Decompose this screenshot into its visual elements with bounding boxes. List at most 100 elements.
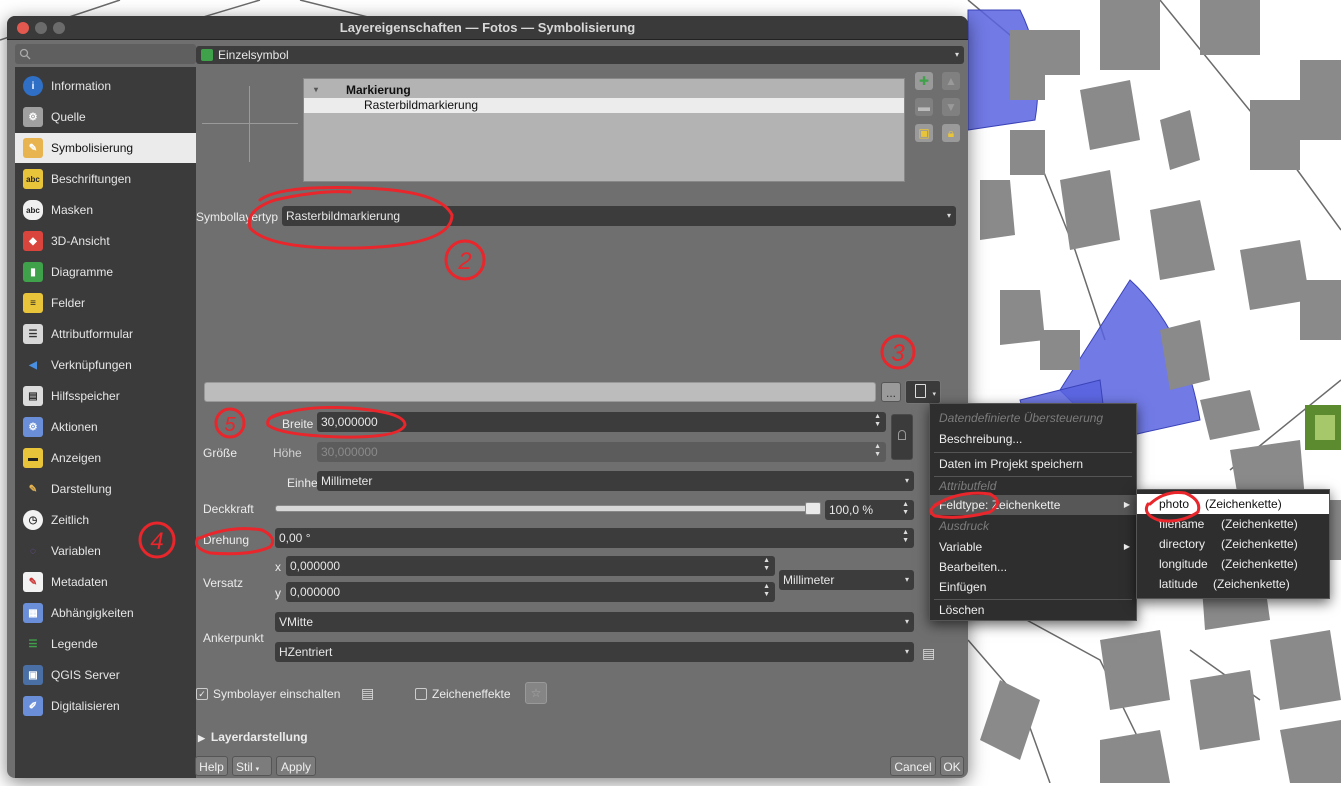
data-define-icon[interactable]: ▤ — [361, 685, 374, 702]
symbol-layer-type-select[interactable]: Rasterbildmarkierung ▾ — [282, 206, 956, 226]
layer-rendering-section[interactable]: ▶ Layerdarstellung — [198, 730, 308, 744]
offset-y-input[interactable]: 0,000000 ▲ ▼ — [286, 582, 775, 602]
menu-item-edit[interactable]: Bearbeiten... — [930, 557, 1136, 577]
draw-effects-checkbox[interactable] — [415, 688, 427, 700]
move-up-icon[interactable]: ▲ — [942, 72, 960, 90]
rotation-input[interactable]: 0,00 ° ▲ ▼ — [275, 528, 914, 548]
sidebar-item-felder[interactable]: ≡ Felder — [15, 288, 196, 318]
dependencies-icon: ▦ — [23, 603, 43, 623]
tree-item-rasterbildmarkierung[interactable]: Rasterbildmarkierung — [304, 98, 904, 113]
menu-item-store-in-project[interactable]: Daten im Projekt speichern — [930, 454, 1136, 474]
opacity-slider[interactable] — [275, 502, 821, 515]
opacity-label: Deckkraft — [203, 502, 254, 516]
diagram-icon: ▮ — [23, 262, 43, 282]
spinner-icon[interactable]: ▲ ▼ — [763, 583, 770, 599]
field-item-filename[interactable]: filename (Zeichenkette) — [1137, 514, 1329, 534]
cancel-button[interactable]: Cancel — [890, 756, 936, 776]
field-item-photo[interactable]: photo (Zeichenkette) — [1137, 494, 1329, 514]
close-window-icon[interactable] — [17, 22, 29, 34]
sidebar-item-hilfsspeicher[interactable]: ▤ Hilfsspeicher — [15, 381, 196, 411]
sidebar-item-attributformular[interactable]: ☰ Attributformular — [15, 319, 196, 349]
server-icon: ▣ — [23, 665, 43, 685]
spinner-icon[interactable]: ▲ ▼ — [874, 443, 881, 459]
anchor-horizontal-select[interactable]: HZentriert ▾ — [275, 642, 914, 662]
field-item-longitude[interactable]: longitude (Zeichenkette) — [1137, 554, 1329, 574]
field-item-latitude[interactable]: latitude (Zeichenkette) — [1137, 574, 1329, 594]
duplicate-layer-icon[interactable]: ▣ — [915, 124, 933, 142]
add-layer-icon[interactable]: ✚ — [915, 72, 933, 90]
sidebar-search-input[interactable] — [15, 44, 196, 64]
slider-handle[interactable] — [805, 502, 821, 515]
sidebar-item-verknuepfungen[interactable]: ◀ Verknüpfungen — [15, 350, 196, 380]
sidebar-item-qgis-server[interactable]: ▣ QGIS Server — [15, 660, 196, 690]
spinner-icon[interactable]: ▲ ▼ — [902, 501, 909, 517]
lock-icon[interactable]: 🔒︎ — [942, 124, 960, 142]
sidebar-item-masken[interactable]: abc Masken — [15, 195, 196, 225]
tree-item-markierung[interactable]: ▾ Markierung — [304, 83, 904, 97]
ok-button[interactable]: OK — [940, 756, 964, 776]
enable-layer-checkbox[interactable]: ✓ — [196, 688, 208, 700]
chevron-down-icon: ▾ — [904, 617, 909, 626]
sidebar-item-abhaengigkeiten[interactable]: ▦ Abhängigkeiten — [15, 598, 196, 628]
menu-item-paste[interactable]: Einfügen — [930, 577, 1136, 597]
menu-section-attribute-field: Attributfeld — [939, 479, 997, 493]
draw-effects-label: Zeicheneffekte — [432, 687, 511, 701]
brush-icon: ✎ — [28, 483, 38, 495]
menu-item-delete[interactable]: Löschen — [930, 600, 1136, 620]
browse-button[interactable]: ... — [881, 382, 901, 402]
remove-layer-icon[interactable]: ▬ — [915, 98, 933, 116]
spinner-icon[interactable]: ▲ ▼ — [874, 413, 881, 429]
spinner-icon[interactable]: ▲ ▼ — [902, 529, 909, 545]
sidebar-item-aktionen[interactable]: ⚙ Aktionen — [15, 412, 196, 442]
anchor-vertical-select[interactable]: VMitte ▾ — [275, 612, 914, 632]
menu-section-expression: Ausdruck — [939, 519, 990, 533]
sidebar-item-anzeigen[interactable]: ▬ Anzeigen — [15, 443, 196, 473]
opacity-input[interactable]: 100,0 % ▲ ▼ — [825, 500, 914, 520]
data-defined-override-button[interactable]: ▾ — [905, 380, 941, 404]
menu-item-variable[interactable]: Variable ▶ — [930, 537, 1136, 557]
move-down-icon[interactable]: ▼ — [942, 98, 960, 116]
menu-item-field-type[interactable]: Feldtype: Zeichenkette ▶ — [930, 495, 1136, 515]
sidebar-item-darstellung[interactable]: ✎ Darstellung — [15, 474, 196, 504]
renderer-select[interactable]: Einzelsymbol ▾ — [196, 46, 964, 64]
minimize-window-icon[interactable] — [35, 22, 47, 34]
tree-expand-icon[interactable]: ▾ — [314, 83, 318, 97]
unit-select[interactable]: Millimeter ▾ — [317, 471, 914, 491]
speech-bubble-icon: ▬ — [23, 448, 43, 468]
cube-3d-icon: ◆ — [23, 231, 43, 251]
menu-item-description[interactable]: Beschreibung... — [930, 429, 1136, 449]
width-input[interactable]: 30,000000 ▲ ▼ — [317, 412, 886, 432]
sidebar-item-3d-ansicht[interactable]: ◆ 3D-Ansicht — [15, 226, 196, 256]
sidebar-item-symbolisierung[interactable]: ✎ Symbolisierung — [15, 133, 196, 163]
form-icon: ☰ — [23, 324, 43, 344]
sidebar-item-legende[interactable]: ☰ Legende — [15, 629, 196, 659]
star-effects-icon[interactable]: ☆ — [525, 682, 547, 704]
style-button[interactable]: Stil ▾ — [232, 756, 272, 776]
height-input[interactable]: 30,000000 ▲ ▼ — [317, 442, 886, 462]
sidebar-item-zeitlich[interactable]: ◷ Zeitlich — [15, 505, 196, 535]
data-define-icon[interactable]: ▤ — [922, 645, 935, 662]
sidebar-item-quelle[interactable]: ⚙ Quelle — [15, 102, 196, 132]
chevron-down-icon: ▾ — [904, 575, 909, 584]
symbol-layer-tree[interactable]: ▾ Markierung Rasterbildmarkierung — [303, 78, 905, 182]
offset-x-input[interactable]: 0,000000 ▲ ▼ — [286, 556, 775, 576]
sidebar-item-digitalisieren[interactable]: ✐ Digitalisieren — [15, 691, 196, 721]
sidebar-item-information[interactable]: i Information — [15, 71, 196, 101]
metadata-icon: ✎ — [23, 572, 43, 592]
image-path-input[interactable] — [204, 382, 876, 402]
window-titlebar[interactable]: Layereigenschaften — Fotos — Symbolisier… — [7, 16, 968, 40]
maximize-window-icon[interactable] — [53, 22, 65, 34]
offset-unit-select[interactable]: Millimeter ▾ — [779, 570, 914, 590]
chevron-down-icon: ▾ — [255, 766, 260, 773]
offset-y-label: y — [275, 586, 281, 600]
lock-aspect-ratio-button[interactable] — [891, 414, 913, 460]
sidebar-item-diagramme[interactable]: ▮ Diagramme — [15, 257, 196, 287]
spinner-icon[interactable]: ▲ ▼ — [763, 557, 770, 573]
width-label: Breite — [282, 417, 314, 431]
apply-button[interactable]: Apply — [276, 756, 316, 776]
field-item-directory[interactable]: directory (Zeichenkette) — [1137, 534, 1329, 554]
sidebar-item-metadaten[interactable]: ✎ Metadaten — [15, 567, 196, 597]
sidebar-item-beschriftungen[interactable]: abc Beschriftungen — [15, 164, 196, 194]
help-button[interactable]: Help — [195, 756, 228, 776]
sidebar-item-variablen[interactable]: ◌ Variablen — [15, 536, 196, 566]
